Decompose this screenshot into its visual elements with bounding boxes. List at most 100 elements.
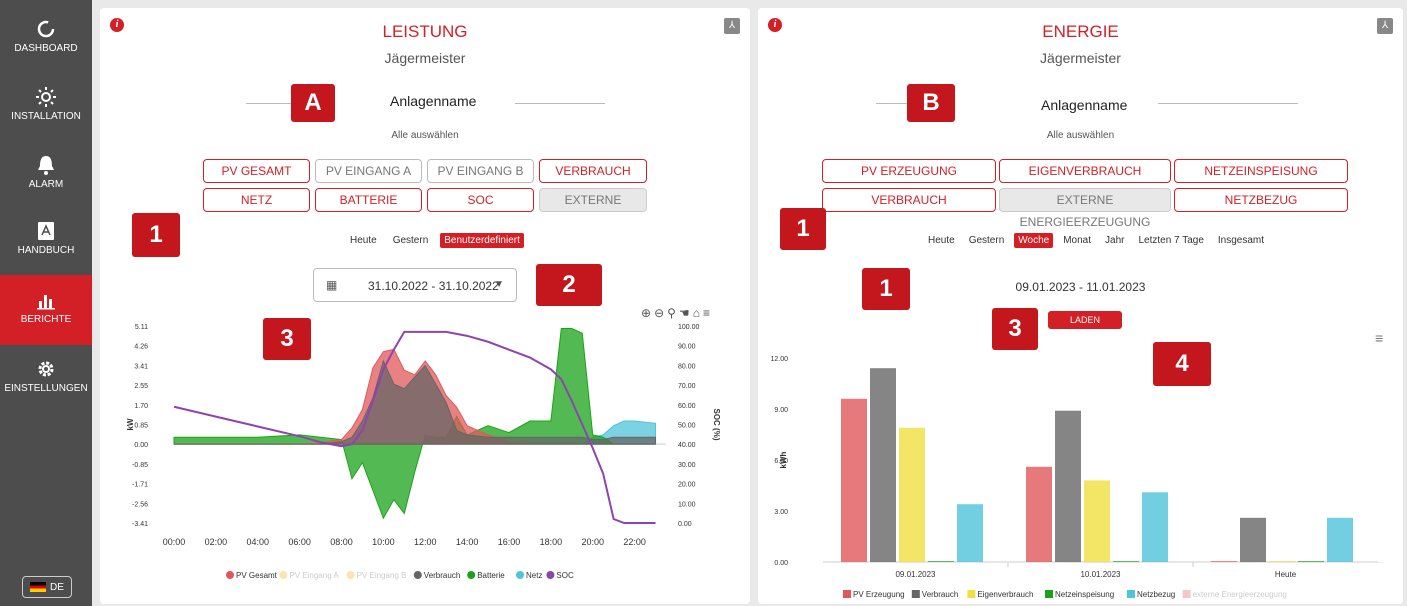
load-button[interactable]: LADEN xyxy=(1048,311,1122,329)
y2-tick-label: 50.00 xyxy=(678,423,696,430)
sidebar-item-dashboard[interactable]: DASHBOARD xyxy=(0,10,92,74)
sidebar-item-handbuch[interactable]: HANDBUCH xyxy=(0,212,92,276)
y-tick-label: -2.56 xyxy=(132,501,148,508)
y-tick-label: 9.00 xyxy=(774,407,788,414)
y-tick-label: -0.85 xyxy=(132,462,148,469)
panel-subtitle: Jägermeister xyxy=(384,50,466,66)
toggle-externe[interactable]: EXTERNE xyxy=(539,188,647,212)
panel-title: ENERGIE xyxy=(1042,22,1119,41)
energy-panel: i ⅄ ENERGIE Jägermeister B Anlagenname A… xyxy=(758,8,1403,604)
bar-eigenverbrauch xyxy=(1084,480,1110,562)
chevron-down-icon: ▼ xyxy=(494,279,504,290)
toggle-eigenverbrauch[interactable]: EIGENVERBRAUCH xyxy=(999,159,1171,183)
x-tick-label: 16:00 xyxy=(498,537,521,547)
y-tick-label: 2.55 xyxy=(134,383,148,390)
toggle-netzeinspeisung[interactable]: NETZEINSPEISUNG xyxy=(1174,159,1348,183)
legend-marker xyxy=(1045,590,1053,598)
legend-marker xyxy=(346,571,355,579)
toggle-batterie[interactable]: BATTERIE xyxy=(315,188,422,212)
bar-externe-energieerzeugung xyxy=(1356,562,1382,563)
y-tick-label: 4.26 xyxy=(134,344,148,351)
marker-1: 1 xyxy=(132,213,180,257)
legend-label: Verbrauch xyxy=(424,571,460,580)
legend-marker xyxy=(516,571,524,579)
toggle-netzbezug[interactable]: NETZBEZUG xyxy=(1174,188,1348,212)
calendar-icon: ▦ xyxy=(326,278,338,292)
period-jahr[interactable]: Jahr xyxy=(1101,233,1128,248)
toggle-pv-erzeugung[interactable]: PV ERZEUGUNG xyxy=(822,159,996,183)
x-tick-label: 10.01.2023 xyxy=(1080,570,1121,579)
y-tick-label: 0.00 xyxy=(774,560,788,567)
sidebar-label: BERICHTE xyxy=(20,314,72,325)
toggle-verbrauch[interactable]: VERBRAUCH xyxy=(539,159,647,183)
period-heute[interactable]: Heute xyxy=(346,233,381,248)
legend-label: externe Energieerzeugung xyxy=(1193,590,1287,599)
legend-label: Netzbezug xyxy=(1137,590,1175,599)
toggle-verbrauch[interactable]: VERBRAUCH xyxy=(822,188,996,212)
legend-label: Netz xyxy=(526,571,542,580)
x-tick-label: 22:00 xyxy=(623,537,646,547)
power-chart: 5.11 4.26 3.41 2.55 1.70 0.85 0.00 -0.85 -1.71 -2… xyxy=(126,324,721,580)
language-label: DE xyxy=(50,581,64,593)
date-range-picker[interactable]: ▦ 31.10.2022 - 31.10.2022 ▼ xyxy=(313,268,517,302)
sidebar-item-alarm[interactable]: ALARM xyxy=(0,146,92,210)
y2-tick-label: 40.00 xyxy=(678,442,696,449)
x-tick-label: 14:00 xyxy=(456,537,479,547)
legend-label: PV Eingang B xyxy=(357,571,407,580)
sidebar-label: HANDBUCH xyxy=(17,245,75,256)
period-monat[interactable]: Monat xyxy=(1059,233,1095,248)
period-heute[interactable]: Heute xyxy=(924,233,959,248)
bar-pv-erzeugung xyxy=(841,398,867,562)
select-all-link[interactable]: Alle auswählen xyxy=(100,130,750,141)
period-gestern[interactable]: Gestern xyxy=(965,233,1009,248)
toggle-externe-energieerzeugung[interactable]: EXTERNE ENERGIEERZEUGUNG xyxy=(999,188,1171,229)
bar-pv-erzeugung xyxy=(1211,561,1237,562)
legend-label: Batterie xyxy=(477,571,505,580)
legend-marker xyxy=(1182,590,1191,598)
toggle-netz[interactable]: NETZ xyxy=(203,188,310,212)
toggle-pv-gesamt[interactable]: PV GESAMT xyxy=(203,159,310,183)
y2-tick-label: 20.00 xyxy=(678,482,696,489)
bar-netzbezug xyxy=(957,504,983,562)
sidebar-item-installation[interactable]: INSTALLATION xyxy=(0,78,92,142)
bell-icon xyxy=(38,156,54,175)
gear-icon xyxy=(38,361,54,377)
x-tick-label: 09.01.2023 xyxy=(895,570,936,579)
x-tick-label: 04:00 xyxy=(246,537,269,547)
x-tick-label: Heute xyxy=(1275,570,1297,579)
select-all-link[interactable]: Alle auswählen xyxy=(758,130,1403,141)
date-range-text: 31.10.2022 - 31.10.2022 xyxy=(368,279,499,293)
toggle-soc[interactable]: SOC xyxy=(427,188,534,212)
installation-icon xyxy=(36,87,56,107)
divider xyxy=(246,103,296,104)
bar-pv-erzeugung xyxy=(1026,466,1052,562)
y2-tick-label: 0.00 xyxy=(678,521,692,528)
y2-tick-label: 70.00 xyxy=(678,383,696,390)
period-insgesamt[interactable]: Insgesamt xyxy=(1214,233,1268,248)
toggle-pv-eingang-b[interactable]: PV EINGANG B xyxy=(427,159,534,183)
sidebar-label: INSTALLATION xyxy=(11,111,81,122)
period-benutzerdefiniert[interactable]: Benutzerdefiniert xyxy=(440,233,524,248)
plant-name: Anlagenname xyxy=(1041,97,1128,113)
sidebar-label: EINSTELLUNGEN xyxy=(4,383,88,394)
period-selector: Heute Gestern Woche Monat Jahr Letzten 7… xyxy=(924,233,1268,248)
legend-label: Verbrauch xyxy=(922,590,958,599)
panel-title: LEISTUNG xyxy=(382,22,468,41)
toggle-pv-eingang-a[interactable]: PV EINGANG A xyxy=(315,159,422,183)
german-flag-icon xyxy=(30,582,47,592)
legend-label: SOC xyxy=(556,571,574,580)
language-selector[interactable]: DE xyxy=(22,576,72,598)
sidebar-item-einstellungen[interactable]: EINSTELLUNGEN xyxy=(0,350,92,414)
period-woche[interactable]: Woche xyxy=(1014,233,1054,248)
period-letzten-7-tage[interactable]: Letzten 7 Tage xyxy=(1134,233,1207,248)
y2-tick-label: 10.00 xyxy=(678,501,696,508)
period-gestern[interactable]: Gestern xyxy=(389,233,433,248)
legend-marker xyxy=(279,571,288,579)
bar-verbrauch xyxy=(1055,410,1081,562)
sidebar-label: DASHBOARD xyxy=(14,43,78,54)
divider xyxy=(1158,103,1298,104)
y-axis-label: kWh xyxy=(779,451,788,468)
sidebar-item-berichte[interactable]: BERICHTE xyxy=(0,275,92,345)
legend-label: Netzeinspeisung xyxy=(1055,590,1114,599)
x-tick-label: 18:00 xyxy=(540,537,563,547)
